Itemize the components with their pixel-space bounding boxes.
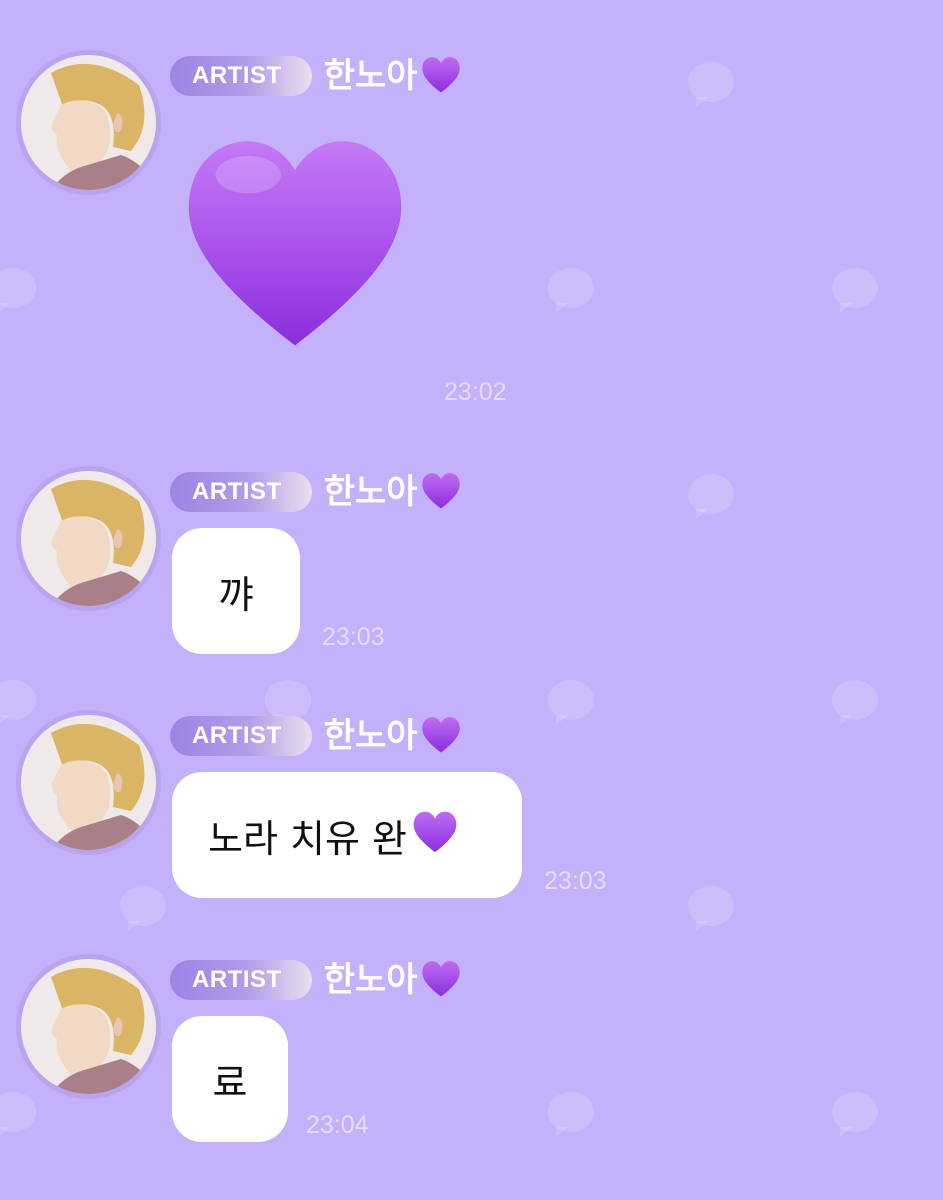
sender-name-row: ARTIST 한노아 — [170, 958, 462, 1002]
artist-badge: ARTIST — [170, 716, 312, 756]
sender-name[interactable]: 한노아 — [324, 470, 418, 514]
avatar[interactable] — [16, 50, 161, 195]
message-group: ARTIST 한노아 꺄 23:03 — [0, 466, 943, 666]
sender-name[interactable]: 한노아 — [324, 54, 418, 98]
purple-heart-icon — [420, 714, 462, 758]
message-timestamp: 23:04 — [306, 1111, 369, 1139]
message-timestamp: 23:02 — [444, 378, 507, 406]
purple-heart-icon — [420, 54, 462, 98]
avatar[interactable] — [16, 466, 161, 611]
message-text: 노라 치유 완 — [208, 816, 407, 861]
sender-name[interactable]: 한노아 — [324, 958, 418, 1002]
sender-name-row: ARTIST 한노아 — [170, 470, 462, 514]
avatar[interactable] — [16, 710, 161, 855]
artist-badge: ARTIST — [170, 472, 312, 512]
sender-name-row: ARTIST 한노아 — [170, 54, 462, 98]
message-timestamp: 23:03 — [322, 623, 385, 651]
message-text: 료 — [212, 1060, 248, 1105]
message-text: 꺄 — [218, 572, 254, 617]
sender-name-row: ARTIST 한노아 — [170, 714, 462, 758]
message-group: ARTIST 한노아 료 23:04 — [0, 954, 943, 1154]
message-bubble[interactable]: 료 — [172, 1016, 288, 1142]
avatar[interactable] — [16, 954, 161, 1099]
message-bubble[interactable]: 노라 치유 완 — [172, 772, 522, 898]
message-timestamp: 23:03 — [544, 867, 607, 895]
artist-badge: ARTIST — [170, 56, 312, 96]
message-group: ARTIST 한노아 23:02 — [0, 50, 943, 410]
sender-name[interactable]: 한노아 — [324, 714, 418, 758]
purple-heart-icon — [411, 808, 459, 863]
message-bubble[interactable]: 꺄 — [172, 528, 300, 654]
artist-badge: ARTIST — [170, 960, 312, 1000]
purple-heart-icon — [420, 958, 462, 1002]
message-group: ARTIST 한노아 노라 치유 완 23:03 — [0, 710, 943, 910]
purple-heart-icon — [420, 470, 462, 514]
big-heart-emoji[interactable] — [178, 128, 412, 354]
